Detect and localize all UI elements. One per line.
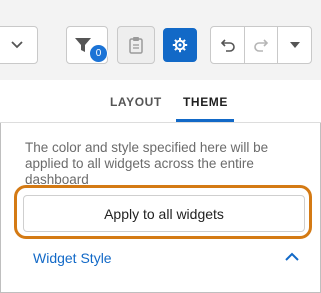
clipboard-button[interactable] <box>117 26 155 64</box>
clipboard-icon <box>129 37 143 54</box>
chevron-up-icon[interactable] <box>282 249 302 265</box>
widget-style-section-header[interactable]: Widget Style <box>33 250 112 266</box>
apply-to-all-widgets-button[interactable]: Apply to all widgets <box>23 195 305 232</box>
undo-icon <box>220 39 235 52</box>
tab-theme[interactable]: THEME <box>183 95 228 109</box>
theme-settings-button[interactable] <box>163 28 197 62</box>
caret-down-icon <box>289 42 300 48</box>
filter-count-badge: 0 <box>89 44 108 63</box>
tab-layout[interactable]: LAYOUT <box>110 95 162 109</box>
gear-icon <box>172 37 188 53</box>
view-dropdown-button[interactable] <box>0 26 38 64</box>
redo-button[interactable] <box>244 26 278 64</box>
more-actions-button[interactable] <box>277 26 312 64</box>
redo-icon <box>254 39 269 52</box>
panel-tabs: LAYOUT THEME <box>0 80 321 123</box>
undo-button[interactable] <box>210 26 245 64</box>
chevron-down-icon <box>11 41 23 49</box>
dashboard-toolbar: 0 <box>0 0 321 81</box>
active-tab-indicator <box>176 119 234 122</box>
theme-description: The color and style specified here will … <box>25 140 269 187</box>
